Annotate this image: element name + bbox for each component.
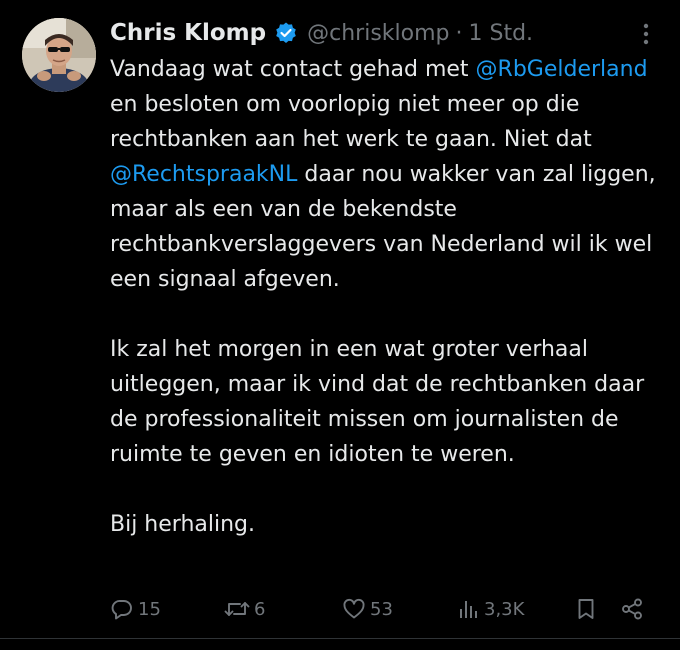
share-icon (620, 597, 644, 621)
author-handle[interactable]: @chrisklomp (307, 21, 449, 46)
paragraph-3: Bij herhaling. (110, 512, 255, 537)
tweet-text: Vandaag wat contact gehad met @RbGelderl… (110, 52, 670, 542)
tweet-header: Chris Klomp @chrisklomp · 1 Std. (110, 16, 533, 50)
like-count: 53 (370, 598, 393, 620)
more-options-icon[interactable] (636, 22, 656, 46)
verified-badge-icon (274, 21, 298, 45)
like-icon (342, 597, 366, 621)
reply-count: 15 (138, 598, 161, 620)
avatar[interactable] (22, 18, 96, 92)
like-button[interactable]: 53 (342, 592, 393, 626)
action-bar: 15 6 53 3,3K (0, 592, 680, 626)
reply-button[interactable]: 15 (110, 592, 161, 626)
author-name[interactable]: Chris Klomp (110, 20, 266, 46)
paragraph-1: Vandaag wat contact gehad met @RbGelderl… (110, 52, 670, 297)
mention-rechtspraaknl[interactable]: @RechtspraakNL (110, 162, 297, 187)
text-segment: Vandaag wat contact gehad met (110, 57, 476, 82)
separator-dot: · (455, 20, 463, 46)
bookmark-button[interactable] (574, 592, 598, 626)
mention-rbgelderland[interactable]: @RbGelderland (476, 57, 648, 82)
repost-icon (224, 597, 250, 621)
paragraph-2: Ik zal het morgen in een wat groter verh… (110, 337, 645, 467)
divider (0, 638, 680, 639)
bookmark-icon (574, 597, 598, 621)
views-icon (456, 597, 480, 621)
views-count: 3,3K (484, 598, 525, 620)
reply-icon (110, 597, 134, 621)
text-segment: en besloten om voorlopig niet meer op di… (110, 92, 592, 152)
tweet[interactable]: Chris Klomp @chrisklomp · 1 Std. Vandaag… (0, 0, 680, 650)
share-button[interactable] (620, 592, 644, 626)
timestamp[interactable]: 1 Std. (469, 21, 534, 46)
repost-button[interactable]: 6 (224, 592, 265, 626)
repost-count: 6 (254, 598, 266, 620)
views-button[interactable]: 3,3K (456, 592, 524, 626)
